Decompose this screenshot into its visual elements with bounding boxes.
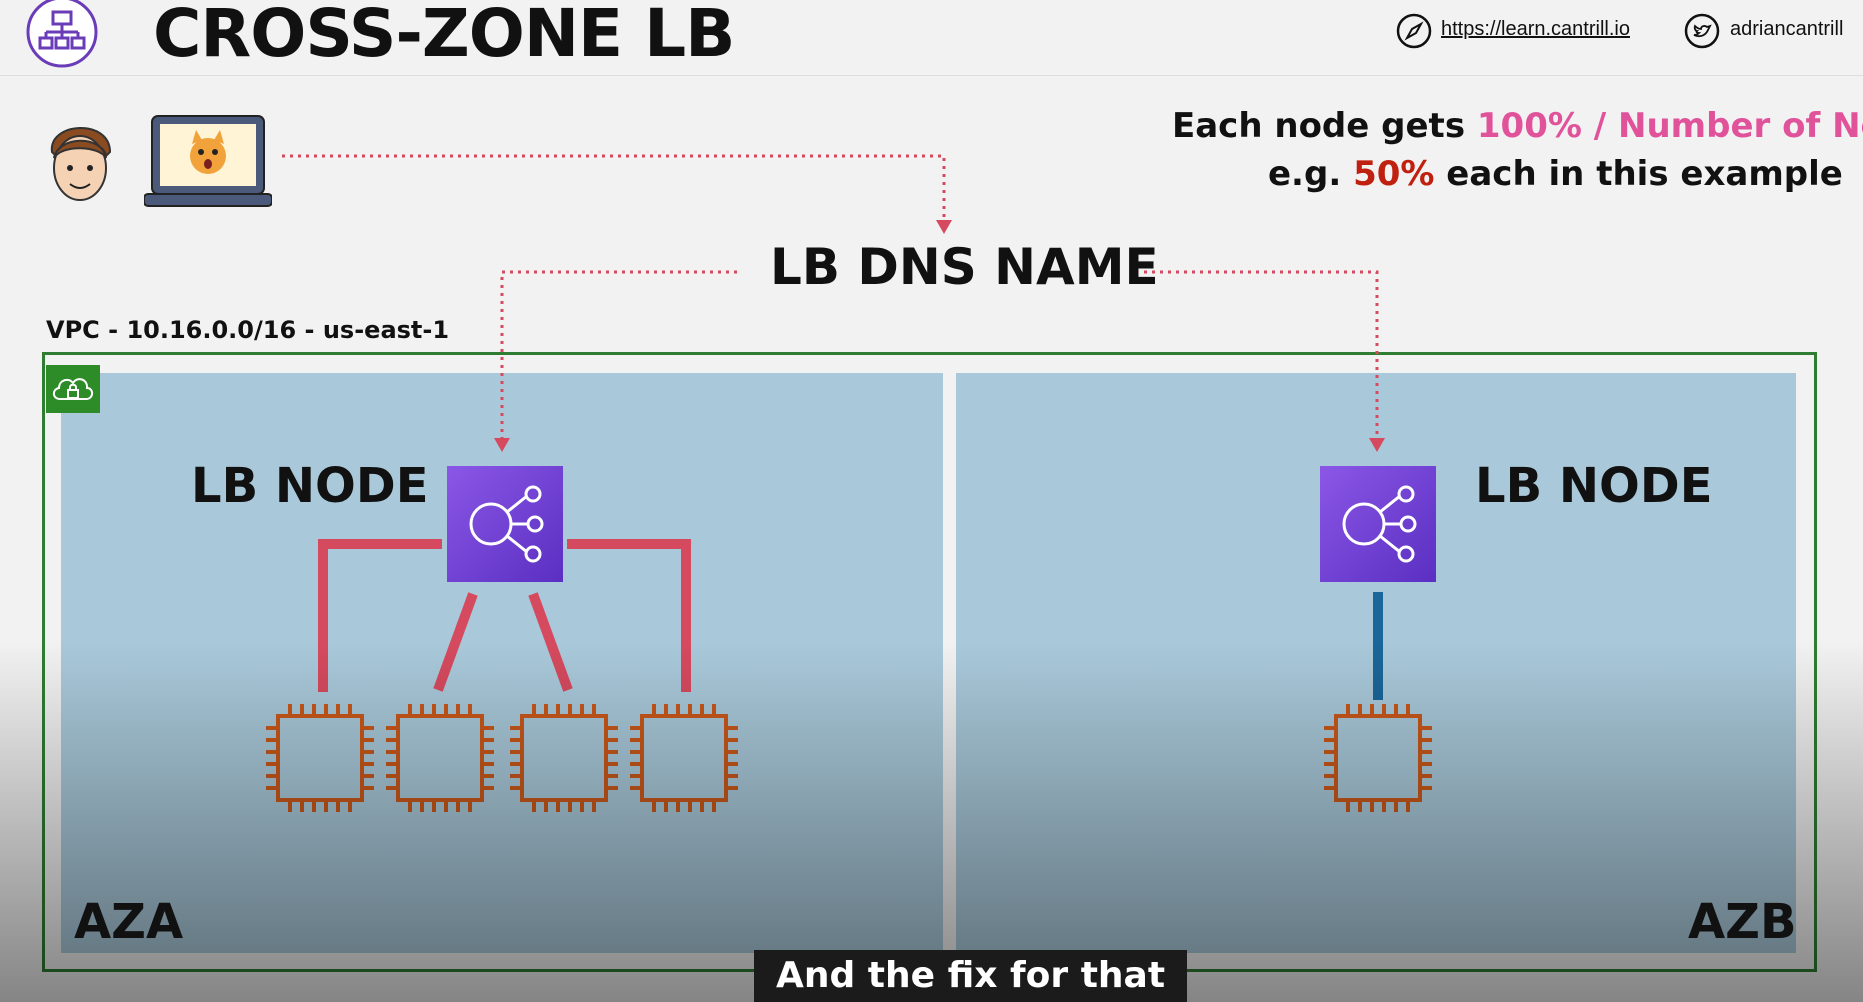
lb-a-to-instance-4 (567, 539, 691, 692)
az-b-label: AZB (1688, 894, 1797, 950)
instances (266, 704, 1432, 812)
arrow-head-lb-a (494, 438, 510, 452)
lb-a-to-instance-1 (318, 539, 442, 692)
az-a-label: AZA (74, 894, 184, 950)
instance-icon (266, 704, 374, 812)
lb-a-to-instance-3 (528, 592, 573, 692)
arrow-head-lb-b (1369, 438, 1385, 452)
lb-a-to-instance-2 (433, 592, 478, 692)
dns-to-lb-a-arrow (500, 270, 737, 442)
dns-to-lb-b-arrow (1144, 270, 1379, 442)
instance-icon (386, 704, 494, 812)
diagram-connections (266, 154, 1432, 812)
arrow-head-dns (936, 220, 952, 234)
instance-icon (630, 704, 738, 812)
instance-icon (1324, 704, 1432, 812)
instance-icon (510, 704, 618, 812)
laptop-to-dns-arrow (282, 154, 946, 224)
video-caption: And the fix for that (754, 950, 1188, 1002)
